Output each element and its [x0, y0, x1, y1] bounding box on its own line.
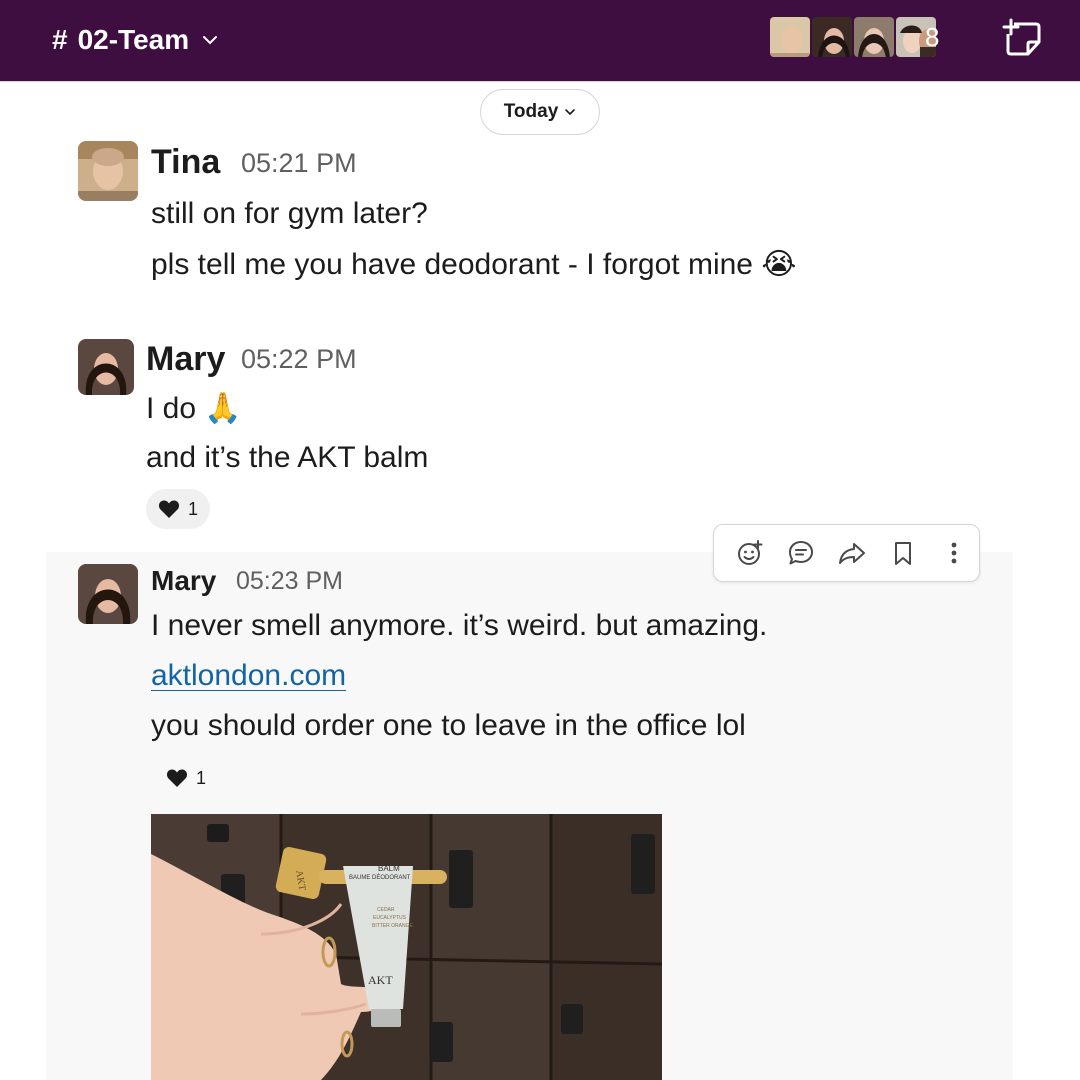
message-author[interactable]: Mary — [151, 565, 216, 597]
chevron-down-icon — [565, 109, 576, 116]
tube-label: BAUME DÉODORANT — [349, 874, 411, 881]
save-for-later-button[interactable] — [877, 531, 928, 575]
message-timestamp[interactable]: 05:23 PM — [236, 567, 343, 596]
member-avatar — [810, 15, 854, 59]
tube-label: BITTER ORANGE — [372, 923, 414, 929]
channel-name: 02-Team — [77, 24, 190, 55]
more-vertical-icon — [951, 542, 956, 564]
reaction-button[interactable]: 1 — [146, 489, 211, 529]
canvas-add-icon — [1002, 18, 1041, 56]
message-actions-toolbar — [713, 524, 980, 582]
date-divider-button[interactable]: Today — [480, 89, 600, 135]
avatar[interactable] — [78, 339, 134, 395]
loudly-crying-emoji-icon: 😭 — [761, 248, 797, 281]
heart-icon — [158, 500, 180, 518]
more-actions-button[interactable] — [928, 531, 979, 575]
date-divider-label: Today — [503, 101, 559, 122]
message-text: I do — [146, 392, 197, 425]
message-text-row: pls tell me you have deodorant - I forgo… — [151, 247, 796, 282]
avatar[interactable] — [78, 141, 138, 201]
message-author[interactable]: Mary — [146, 340, 225, 379]
tube-label: EUCALYPTUS — [373, 915, 407, 921]
share-arrow-icon — [838, 543, 865, 564]
reaction-count: 1 — [188, 498, 199, 519]
member-count[interactable]: 8 — [925, 22, 939, 53]
add-reaction-icon — [737, 540, 762, 565]
channel-header: # 02-Team 8 — [0, 0, 1080, 82]
new-canvas-button[interactable] — [1002, 18, 1044, 60]
add-reaction-button[interactable] — [724, 531, 775, 575]
message-text: you should order one to leave in the off… — [151, 709, 746, 742]
forward-message-button[interactable] — [826, 531, 877, 575]
channel-name-button[interactable]: # 02-Team — [52, 20, 219, 60]
thread-reply-icon — [788, 541, 813, 565]
message-text: and it’s the AKT balm — [146, 441, 429, 474]
member-avatar — [852, 15, 896, 59]
message-timestamp[interactable]: 05:21 PM — [241, 148, 357, 179]
message-text: still on for gym later? — [151, 197, 428, 230]
folded-hands-emoji-icon: 🙏 — [204, 392, 242, 425]
reaction-button[interactable]: 1 — [154, 758, 218, 798]
image-attachment[interactable]: BALM BAUME DÉODORANT CEDAR EUCALYPTUS BI… — [151, 814, 662, 1080]
message-text-row: I do 🙏 — [146, 391, 242, 426]
member-avatar — [768, 15, 812, 59]
tube-label: BALM — [378, 864, 400, 873]
avatar[interactable] — [78, 564, 138, 624]
message-timestamp[interactable]: 05:22 PM — [241, 344, 357, 375]
heart-icon — [166, 769, 188, 787]
channel-hash: # — [52, 24, 68, 55]
attached-photo: BALM BAUME DÉODORANT CEDAR EUCALYPTUS BI… — [151, 814, 662, 1080]
tube-label: AKT — [368, 973, 393, 987]
reply-in-thread-button[interactable] — [775, 531, 826, 575]
member-avatars-button[interactable] — [768, 14, 938, 60]
message-link[interactable]: aktlondon.com — [151, 659, 346, 693]
message-text: pls tell me you have deodorant - I forgo… — [151, 248, 753, 281]
tube-label: CEDAR — [377, 907, 395, 913]
chevron-down-icon — [203, 36, 218, 45]
reaction-count: 1 — [196, 767, 207, 788]
message-author[interactable]: Tina — [151, 143, 220, 182]
message-text: I never smell anymore. it’s weird. but a… — [151, 609, 768, 642]
bookmark-icon — [894, 542, 911, 565]
